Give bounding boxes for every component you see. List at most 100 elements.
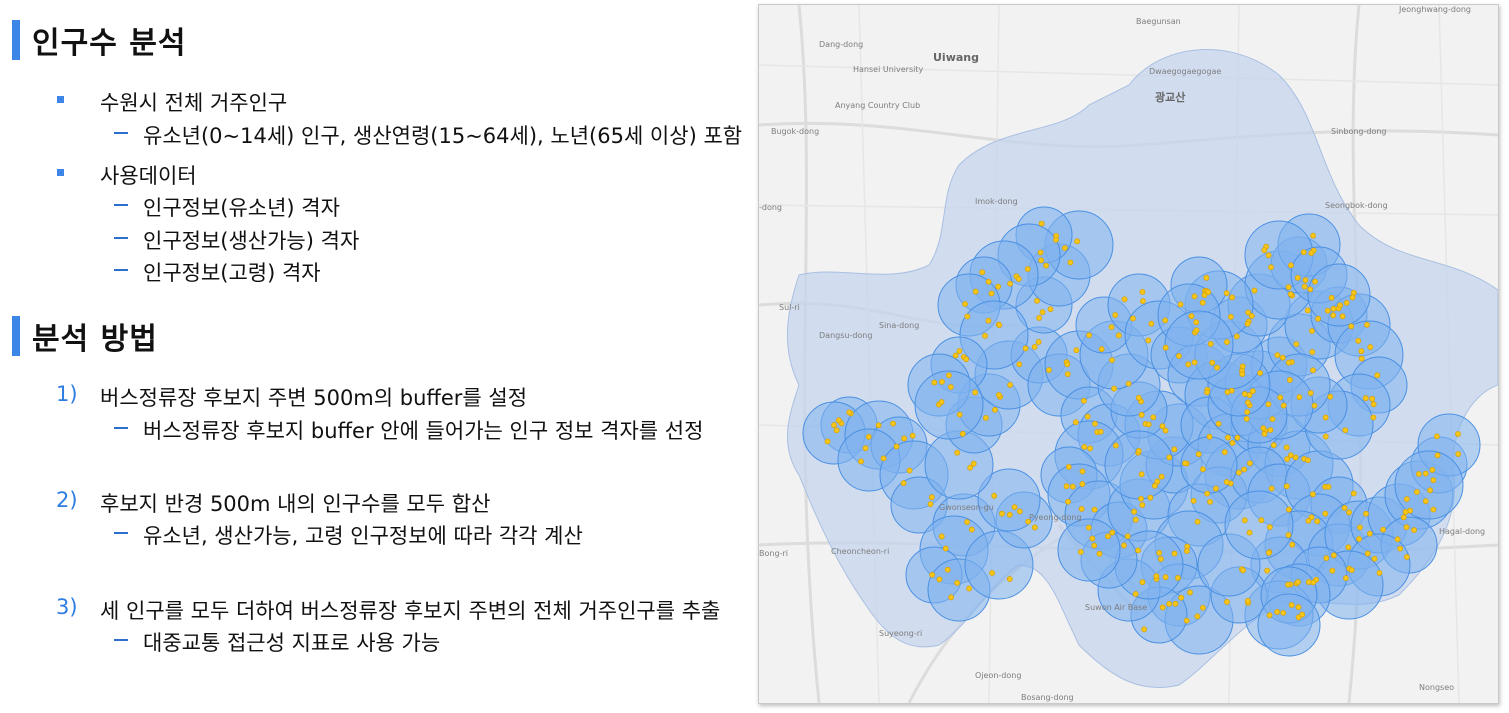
bus-stop-dot (909, 432, 916, 439)
bus-stop-dot (1370, 414, 1377, 421)
step-sub-text: 버스정류장 후보지 buffer 안에 들어가는 인구 정보 격자를 선정 (143, 419, 704, 443)
bus-stop-dot (1234, 434, 1241, 441)
bus-stop-dot (1213, 485, 1219, 492)
bus-stop-dot (1007, 382, 1014, 388)
bus-stop-dot (1369, 395, 1376, 402)
bus-stop-dot (1124, 533, 1131, 540)
sub-bullet-text: 유소년(0~14세) 인구, 생산연령(15~64세), 노년(65세 이상) … (143, 124, 743, 148)
buffer-circle (1394, 450, 1464, 520)
bus-stop-dot (1171, 446, 1178, 453)
bus-stop-dot (1229, 294, 1235, 301)
bus-stop-dot (835, 417, 842, 424)
map-label: Uiwang (933, 51, 979, 64)
bus-stop-dot (1285, 581, 1291, 588)
bus-stop-dot (1063, 483, 1070, 490)
buffer-map[interactable]: Jeonghwang-dong Baegunsan Dang-dong Uiwa… (758, 4, 1499, 704)
bus-stop-dot (1283, 444, 1290, 451)
bus-stop-dot (948, 594, 955, 601)
bus-stop-dot (1249, 388, 1256, 395)
bus-stop-dot (1085, 524, 1092, 531)
section-heading-method: 분석 방법 (12, 316, 158, 357)
bus-stop-dot (1233, 333, 1240, 340)
bus-stop-dot (1366, 530, 1373, 537)
bus-stop-dot (1135, 547, 1141, 554)
bus-stop-dot (1268, 485, 1275, 492)
bus-stop-dot (1007, 280, 1013, 287)
bus-stop-dot (1322, 433, 1329, 440)
section-heading-population: 인구수 분석 (12, 20, 186, 61)
bus-stop-dot (1064, 361, 1071, 368)
bus-stop-dot (972, 389, 979, 396)
bus-stop-dot (858, 458, 864, 465)
bus-stop-dot (1286, 377, 1293, 383)
bus-stop-dot (1279, 354, 1286, 361)
bus-stop-dot (1223, 290, 1230, 297)
bus-stop-dot (1175, 575, 1181, 581)
bus-stop-dot (1077, 549, 1084, 555)
bus-stop-dot (931, 379, 938, 386)
bus-stop-dot (1081, 444, 1088, 450)
bus-stop-dot (1308, 250, 1315, 257)
bus-stop-dot (1194, 518, 1201, 525)
sub-dash (114, 132, 128, 134)
bus-stop-dot (1260, 425, 1267, 432)
bus-stop-dot (1270, 442, 1277, 449)
bus-stop-dot (1246, 529, 1253, 536)
bus-stop-dot (1016, 508, 1023, 515)
bus-stop-dot (1310, 367, 1316, 374)
bus-stop-dot (1349, 294, 1356, 301)
bus-stop-dot (1187, 589, 1193, 596)
step-number: 3) (56, 595, 78, 619)
bus-stop-dot (1125, 380, 1132, 387)
bus-stop-dot (1455, 451, 1462, 457)
bus-stop-dot (1043, 262, 1049, 269)
bus-stop-dot (1330, 305, 1337, 312)
bus-stop-dot (1350, 490, 1357, 497)
bus-stop-dot (1265, 549, 1272, 556)
bus-stop-dot (1158, 473, 1165, 480)
map-label: Sinbong-dong (1331, 127, 1387, 136)
bus-stop-dot (1139, 288, 1146, 295)
bus-stop-dot (1132, 516, 1139, 523)
bus-stop-dot (865, 433, 872, 440)
bus-stop-dot (1171, 550, 1178, 557)
bus-stop-dot (1185, 361, 1192, 368)
bus-stop-dot (1292, 454, 1299, 461)
bus-stop-dot (927, 501, 934, 508)
bus-stop-dot (1209, 359, 1216, 366)
bus-stop-dot (1257, 370, 1263, 376)
bus-stop-dot (1374, 372, 1381, 379)
bus-stop-dot (1191, 293, 1198, 300)
bus-stop-dot (1342, 427, 1349, 434)
bus-stop-dot (1081, 397, 1087, 404)
map-label: -dong (759, 203, 783, 212)
sub-dash (114, 237, 128, 239)
step-sub-text: 유소년, 생산가능, 고령 인구정보에 따라 각각 계산 (143, 524, 583, 548)
sub-dash (114, 269, 128, 271)
bus-stop-dot (1147, 494, 1154, 501)
bus-stop-dot (1429, 467, 1436, 473)
bus-stop-dot (1194, 613, 1201, 620)
bus-stop-dot (1285, 532, 1292, 538)
bus-stop-dot (1065, 463, 1072, 470)
bus-stop-dot (1139, 579, 1146, 586)
bus-stop-dot (995, 283, 1002, 290)
bus-stop-dot (1227, 313, 1234, 320)
bus-stop-dot (985, 278, 992, 285)
bus-stop-dot (1091, 506, 1098, 513)
bus-stop-dot (1266, 524, 1273, 530)
bus-stop-dot (1277, 394, 1284, 401)
bus-stop-dot (1112, 312, 1119, 318)
bus-stop-dot (1092, 420, 1098, 427)
bus-stop-dot (1323, 555, 1330, 561)
bus-stop-dot (1038, 257, 1045, 264)
step-number: 1) (56, 382, 78, 406)
bus-stop-dot (1309, 349, 1316, 355)
bus-stop-dot (1006, 576, 1013, 582)
bus-stop-dot (1422, 498, 1429, 505)
bus-stop-dot (1328, 294, 1335, 301)
map-label: Hansei University (853, 65, 924, 74)
bus-stop-dot (1274, 608, 1281, 615)
bus-stop-dot (1411, 527, 1417, 533)
map-label: Bosang-dong (1021, 693, 1074, 702)
